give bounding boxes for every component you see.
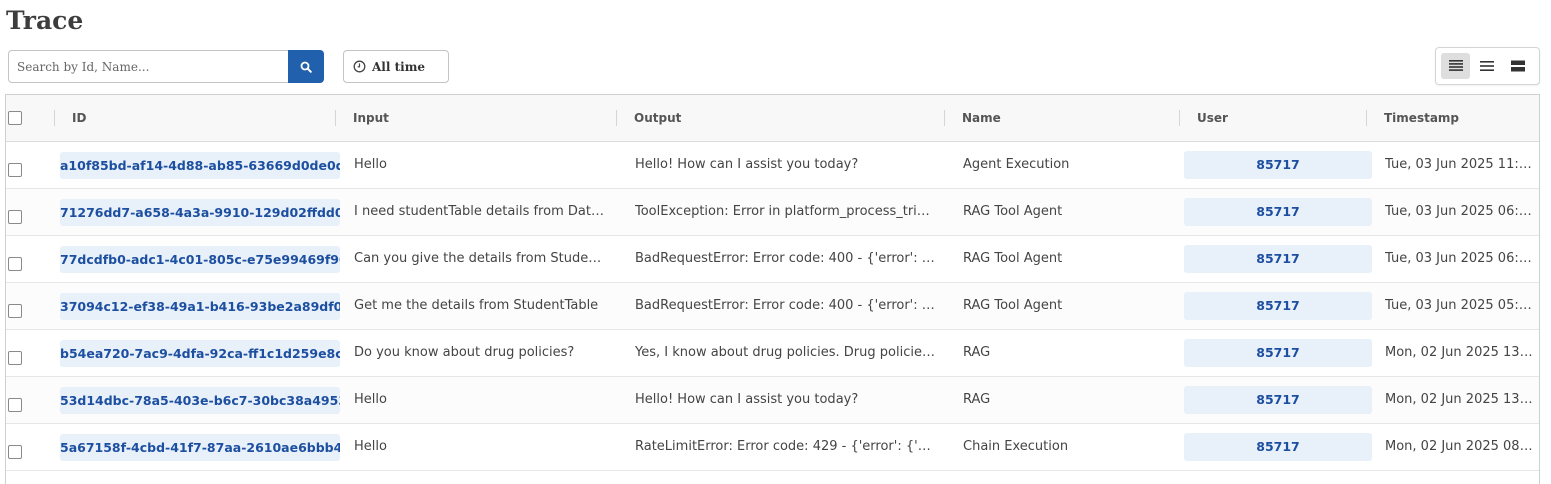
output-cell: Yes, I know about drug policies. Drug po…	[635, 345, 935, 360]
list-dense-icon	[1448, 60, 1463, 71]
table-row[interactable]: 5a67158f-4cbd-41f7-87aa-2610ae6bbb4f Hel…	[6, 424, 1539, 471]
user-badge: 85717	[1184, 339, 1372, 367]
trace-id-link[interactable]: 71276dd7-a658-4a3a-9910-129d02ffdd01	[60, 199, 340, 226]
list-icon	[1479, 61, 1494, 71]
column-divider	[1179, 110, 1180, 126]
clock-icon	[353, 60, 366, 73]
trace-id-link[interactable]: 77dcdfb0-adc1-4c01-805c-e75e99469f90	[60, 246, 340, 273]
column-header-user[interactable]: User	[1197, 95, 1228, 141]
trace-id-link[interactable]: 53d14dbc-78a5-403e-b6c7-30bc38a49532	[60, 387, 340, 414]
compact-view-button[interactable]	[1472, 53, 1501, 79]
search-icon	[300, 61, 312, 73]
table-row[interactable]: a10f85bd-af14-4d88-ab85-63669d0de0d4 Hel…	[6, 142, 1539, 189]
column-divider	[1366, 110, 1367, 126]
row-checkbox[interactable]	[8, 351, 22, 365]
search-input[interactable]	[8, 50, 288, 83]
table-row[interactable]: 53d14dbc-78a5-403e-b6c7-30bc38a49532 Hel…	[6, 377, 1539, 424]
column-divider	[944, 110, 945, 126]
column-header-input[interactable]: Input	[353, 95, 389, 141]
row-checkbox[interactable]	[8, 304, 22, 318]
column-header-name[interactable]: Name	[962, 95, 1001, 141]
timestamp-cell: Tue, 03 Jun 2025 05:58:...	[1385, 298, 1535, 313]
timestamp-cell: Mon, 02 Jun 2025 13:44...	[1385, 392, 1535, 407]
name-cell: Agent Execution	[963, 157, 1070, 172]
comfortable-view-button[interactable]	[1441, 53, 1470, 79]
table-header: ID Input Output Name User Timestamp	[6, 95, 1539, 142]
row-checkbox[interactable]	[8, 445, 22, 459]
trace-id-link[interactable]: a10f85bd-af14-4d88-ab85-63669d0de0d4	[60, 152, 340, 179]
time-filter-label: All time	[372, 59, 426, 74]
user-badge: 85717	[1184, 433, 1372, 461]
search-bar	[8, 50, 324, 83]
output-cell: Hello! How can I assist you today?	[635, 392, 859, 407]
output-cell: BadRequestError: Error code: 400 - {'err…	[635, 298, 935, 313]
trace-id-link[interactable]: b54ea720-7ac9-4dfa-92ca-ff1c1d259e8c	[60, 340, 340, 367]
page-title: Trace	[6, 6, 84, 35]
row-checkbox[interactable]	[8, 210, 22, 224]
output-cell: RateLimitError: Error code: 429 - {'erro…	[635, 439, 935, 454]
column-header-output[interactable]: Output	[634, 95, 681, 141]
output-cell: BadRequestError: Error code: 400 - {'err…	[635, 251, 935, 266]
user-badge: 85717	[1184, 151, 1372, 179]
column-divider	[335, 110, 336, 126]
timestamp-cell: Tue, 03 Jun 2025 11:55:...	[1385, 157, 1535, 172]
user-badge: 85717	[1184, 386, 1372, 414]
column-divider	[616, 110, 617, 126]
user-badge: 85717	[1184, 198, 1372, 226]
user-badge: 85717	[1184, 292, 1372, 320]
input-cell: Hello	[354, 392, 387, 407]
column-divider	[54, 110, 55, 126]
row-checkbox[interactable]	[8, 257, 22, 271]
list-expanded-icon	[1510, 60, 1525, 72]
table-body: a10f85bd-af14-4d88-ab85-63669d0de0d4 Hel…	[6, 142, 1539, 471]
select-all-checkbox[interactable]	[8, 111, 22, 125]
user-badge: 85717	[1184, 245, 1372, 273]
name-cell: RAG	[963, 345, 991, 360]
timestamp-cell: Mon, 02 Jun 2025 13:45...	[1385, 345, 1535, 360]
input-cell: Hello	[354, 157, 387, 172]
time-filter-button[interactable]: All time	[343, 50, 449, 83]
timestamp-cell: Mon, 02 Jun 2025 08:0...	[1385, 439, 1535, 454]
name-cell: RAG Tool Agent	[963, 251, 1063, 266]
input-cell: I need studentTable details from Datab..…	[354, 204, 604, 219]
name-cell: Chain Execution	[963, 439, 1069, 454]
table-row[interactable]: b54ea720-7ac9-4dfa-92ca-ff1c1d259e8c Do …	[6, 330, 1539, 377]
output-cell: Hello! How can I assist you today?	[635, 157, 859, 172]
expanded-view-button[interactable]	[1503, 53, 1532, 79]
name-cell: RAG Tool Agent	[963, 204, 1063, 219]
trace-id-link[interactable]: 5a67158f-4cbd-41f7-87aa-2610ae6bbb4f	[60, 434, 340, 461]
input-cell: Can you give the details from StudentT..…	[354, 251, 604, 266]
column-header-timestamp[interactable]: Timestamp	[1384, 95, 1459, 141]
column-header-id[interactable]: ID	[72, 95, 86, 141]
input-cell: Do you know about drug policies?	[354, 345, 575, 360]
trace-id-link[interactable]: 37094c12-ef38-49a1-b416-93be2a89df0a	[60, 293, 340, 320]
row-checkbox[interactable]	[8, 398, 22, 412]
timestamp-cell: Tue, 03 Jun 2025 06:00:...	[1385, 251, 1535, 266]
table-row[interactable]: 37094c12-ef38-49a1-b416-93be2a89df0a Get…	[6, 283, 1539, 330]
input-cell: Hello	[354, 439, 387, 454]
input-cell: Get me the details from StudentTable	[354, 298, 599, 313]
name-cell: RAG	[963, 392, 991, 407]
timestamp-cell: Tue, 03 Jun 2025 06:02:...	[1385, 204, 1535, 219]
table-row[interactable]: 71276dd7-a658-4a3a-9910-129d02ffdd01 I n…	[6, 189, 1539, 236]
table-row[interactable]: 77dcdfb0-adc1-4c01-805c-e75e99469f90 Can…	[6, 236, 1539, 283]
view-toggle	[1435, 47, 1540, 85]
name-cell: RAG Tool Agent	[963, 298, 1063, 313]
output-cell: ToolException: Error in platform_process…	[635, 204, 935, 219]
search-button[interactable]	[288, 50, 324, 83]
trace-table: ID Input Output Name User Timestamp a10f…	[5, 94, 1540, 484]
row-checkbox[interactable]	[8, 163, 22, 177]
